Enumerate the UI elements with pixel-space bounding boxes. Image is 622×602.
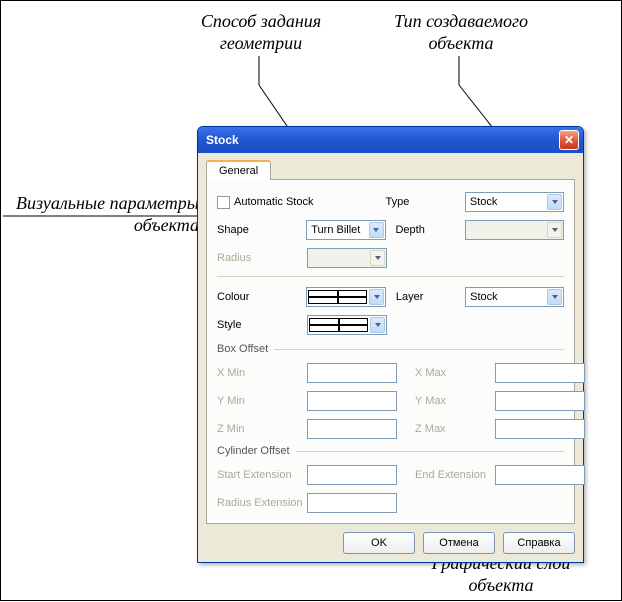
type-label: Type [386,196,445,208]
end-ext-label: End Extension [415,469,495,481]
start-ext-input[interactable] [307,465,397,485]
chevron-down-icon [370,317,385,333]
dialog-body: General Automatic Stock Type Stock [198,153,583,562]
automatic-stock-checkbox[interactable]: Automatic Stock [217,196,386,209]
zmax-input[interactable] [495,419,585,439]
hatch-icon [309,318,368,332]
chevron-down-icon [370,250,385,266]
hatch-icon [308,290,367,304]
xmax-input[interactable] [495,363,585,383]
colour-select[interactable] [306,287,386,307]
automatic-stock-label: Automatic Stock [234,196,313,208]
close-icon[interactable]: ✕ [559,130,579,150]
chevron-down-icon [369,222,384,238]
tab-general[interactable]: General [206,160,271,180]
radius-label: Radius [217,252,277,264]
end-ext-input[interactable] [495,465,585,485]
cylinder-offset-group: Cylinder Offset [217,445,564,457]
layer-label: Layer [396,291,455,303]
chevron-down-icon [547,222,562,238]
chevron-down-icon [547,194,562,210]
depth-select [465,220,564,240]
annotation-geometry-method: Способ заданиягеометрии [181,11,341,54]
start-ext-label: Start Extension [217,469,307,481]
ymax-input[interactable] [495,391,585,411]
chevron-down-icon [369,289,384,305]
cancel-button[interactable]: Отмена [423,532,495,554]
ymax-label: Y Max [415,395,495,407]
chevron-down-icon [547,289,562,305]
titlebar[interactable]: Stock ✕ [198,127,583,153]
stock-dialog: Stock ✕ General Automatic Stock Type Sto… [197,126,584,563]
layer-value: Stock [470,291,498,303]
shape-select[interactable]: Turn Billet [306,220,385,240]
dialog-title: Stock [206,133,239,147]
annotation-visual-params: Визуальные параметрыобъекта [9,193,199,236]
help-button[interactable]: Справка [503,532,575,554]
radius-select [307,248,387,268]
ymin-label: Y Min [217,395,307,407]
type-select[interactable]: Stock [465,192,564,212]
layer-select[interactable]: Stock [465,287,564,307]
ok-button[interactable]: OK [343,532,415,554]
zmin-label: Z Min [217,423,307,435]
ymin-input[interactable] [307,391,397,411]
style-select[interactable] [307,315,387,335]
tabstrip: General [206,159,575,180]
shape-value: Turn Billet [311,224,360,236]
colour-label: Colour [217,291,276,303]
box-offset-group: Box Offset [217,343,564,355]
radius-ext-label: Radius Extension [217,497,307,509]
xmax-label: X Max [415,367,495,379]
type-value: Stock [470,196,498,208]
style-label: Style [217,319,277,331]
annotation-object-type: Тип создаваемогообъекта [371,11,551,54]
radius-ext-input[interactable] [307,493,397,513]
tab-panel-general: Automatic Stock Type Stock Shape T [206,180,575,524]
checkbox-icon [217,196,230,209]
zmin-input[interactable] [307,419,397,439]
depth-label: Depth [395,224,454,236]
zmax-label: Z Max [415,423,495,435]
xmin-label: X Min [217,367,307,379]
shape-label: Shape [217,224,276,236]
xmin-input[interactable] [307,363,397,383]
